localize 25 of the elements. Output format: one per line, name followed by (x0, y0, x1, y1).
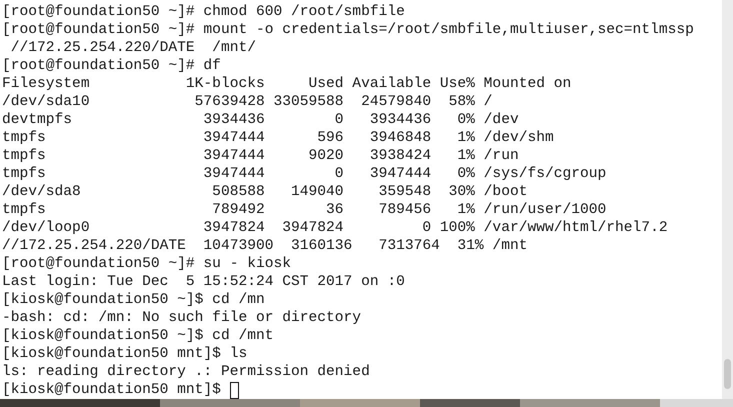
terminal-line: [root@foundation50 ~]# mount -o credentials=/root/smbfile,multiuser,sec=ntlmssp (2, 21, 695, 39)
terminal-line: tmpfs 3947444 596 3946848 1% /dev/shm (2, 129, 555, 147)
terminal-line: tmpfs 789492 36 789456 1% /run/user/1000 (2, 201, 608, 219)
terminal-line: [kiosk@foundation50 ~]$ cd /mn (2, 291, 266, 309)
terminal-line: tmpfs 3947444 0 3947444 0% /sys/fs/cgroup (2, 165, 608, 183)
terminal-line: [kiosk@foundation50 ~]$ cd /mnt (2, 327, 274, 345)
terminal-line: /dev/sda10 57639428 33059588 24579840 58% / (2, 93, 494, 111)
scrollbar[interactable] (722, 0, 733, 399)
terminal-line: /dev/loop0 3947824 3947824 0 100% /var/www/html/rhel7.2 (2, 219, 669, 237)
terminal-line: [kiosk@foundation50 mnt]$ ls (2, 345, 248, 363)
terminal-line: devtmpfs 3934436 0 3934436 0% /dev (2, 111, 520, 129)
terminal-line: tmpfs 3947444 9020 3938424 1% /run (2, 147, 520, 165)
terminal-line: Filesystem 1K-blocks Used Available Use% Mounted on (2, 75, 572, 93)
scrollbar-thumb[interactable] (724, 359, 731, 389)
terminal-prompt: [kiosk@foundation50 mnt]$ (2, 381, 222, 399)
terminal-line: //172.25.254.220/DATE 10473900 3160136 7313764 31% /mnt (2, 237, 528, 255)
terminal-line: [root@foundation50 ~]# su - kiosk (2, 255, 292, 273)
terminal-line: [root@foundation50 ~]# df (2, 57, 222, 75)
terminal-line: /dev/sda8 508588 149040 359548 30% /boot (2, 183, 528, 201)
terminal-line: -bash: cd: /mn: No such file or directory (2, 309, 362, 327)
terminal-line: [root@foundation50 ~]# chmod 600 /root/smbfile (2, 3, 406, 21)
terminal-line: //172.25.254.220/DATE /mnt/ (10, 39, 257, 57)
terminal-line: Last login: Tue Dec 5 15:52:24 CST 2017 on :0 (2, 273, 406, 291)
terminal-line: ls: reading directory .: Permission denied (2, 363, 371, 381)
cursor-block (230, 382, 239, 398)
